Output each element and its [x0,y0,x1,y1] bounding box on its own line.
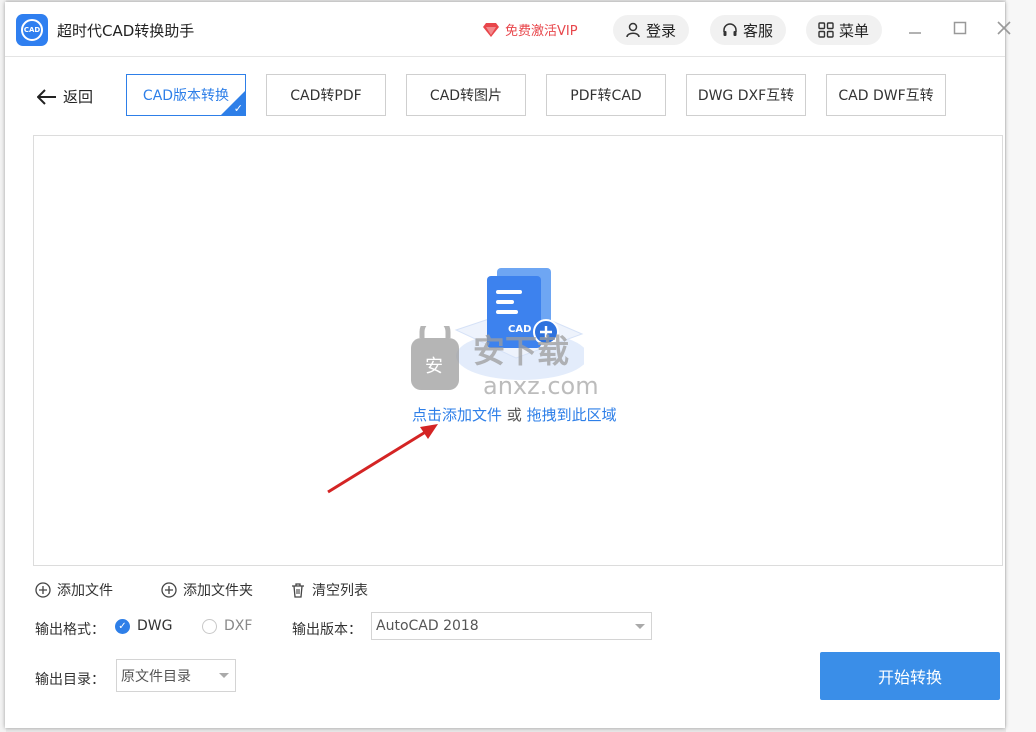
customer-service-button[interactable]: 客服 [710,15,786,45]
tab-label: CAD DWF互转 [838,88,934,104]
vip-label: 免费激活VIP [505,24,578,39]
add-folder-button[interactable]: 添加文件夹 [161,580,253,600]
menu-label: 菜单 [839,21,870,40]
arrow-left-icon [37,88,56,105]
clear-list-label: 清空列表 [312,583,368,599]
login-button[interactable]: 登录 [613,15,689,45]
svg-text:安下载: 安下载 [473,332,569,370]
output-version-label: 输出版本： [292,622,362,638]
add-file-button[interactable]: 添加文件 [35,580,113,600]
watermark: 安 安下载 anxz.com [411,316,631,410]
trash-icon [292,583,304,598]
add-file-label: 添加文件 [57,583,113,599]
chevron-down-icon [219,673,229,678]
drag-here-text: 拖拽到此区域 [526,406,617,424]
version-value: AutoCAD 2018 [376,618,479,634]
back-label: 返回 [63,88,94,106]
add-folder-label: 添加文件夹 [183,583,253,599]
tab-dwg-dxf[interactable]: DWG DXF互转 [686,74,806,116]
close-icon [997,21,1011,35]
user-icon [626,22,640,38]
red-arrow-annotation [327,424,438,494]
tab-pdf-to-cad[interactable]: PDF转CAD [546,74,666,116]
svg-text:anxz.com: anxz.com [483,372,599,400]
tab-label: DWG DXF互转 [697,88,795,104]
grid-icon [818,22,834,38]
tab-label: CAD转PDF [290,88,362,104]
login-label: 登录 [646,21,677,40]
tab-cad-dwf[interactable]: CAD DWF互转 [826,74,946,116]
activate-vip-link[interactable]: 免费激活VIP [483,20,578,39]
radio-checked-icon: ✓ [115,618,130,634]
tab-cad-version[interactable]: CAD版本转换 ✓ [126,74,246,116]
format-dxf-radio[interactable]: DXF [202,618,252,634]
format-dwg-label: DWG [137,618,173,634]
radio-unchecked-icon [202,618,217,634]
app-logo-icon: CAD [16,14,48,46]
minimize-button[interactable] [905,18,925,38]
app-title: 超时代CAD转换助手 [57,22,195,40]
tab-cad-to-pdf[interactable]: CAD转PDF [266,74,386,116]
back-button[interactable]: 返回 [37,86,93,107]
tab-label: CAD版本转换 [142,88,230,104]
background-window-edge-right [1006,0,1036,732]
start-convert-button[interactable]: 开始转换 [820,652,1000,700]
maximize-button[interactable] [950,18,970,38]
clear-list-button[interactable]: 清空列表 [290,580,368,600]
tab-label: PDF转CAD [570,88,642,104]
chevron-down-icon [635,624,645,629]
svg-text:安: 安 [425,356,443,377]
close-button[interactable] [994,18,1014,38]
menu-button[interactable]: 菜单 [806,15,882,45]
output-dir-select[interactable]: 原文件目录 [116,659,236,692]
maximize-icon [953,21,967,35]
checkmark-icon: ✓ [233,102,243,115]
dir-value: 原文件目录 [121,668,191,685]
app-window: CAD 超时代CAD转换助手 免费激活VIP 登录 客服 菜单 返回 CAD版本… [5,2,1011,728]
file-drop-area[interactable]: CAD 安 安下载 anxz.com 点击添加文件 或 拖拽到此区域 [33,135,1003,566]
plus-circle-icon [161,582,177,598]
tab-label: CAD转图片 [429,88,503,104]
format-dwg-radio[interactable]: ✓ DWG [115,618,172,634]
diamond-icon [483,22,499,37]
service-label: 客服 [743,21,774,40]
output-version-select[interactable]: AutoCAD 2018 [371,612,652,640]
minimize-icon [909,32,921,34]
drop-instructions: 点击添加文件 或 拖拽到此区域 [34,404,1002,425]
format-dxf-label: DXF [224,618,253,634]
output-dir-label: 输出目录： [35,672,105,688]
output-format-label: 输出格式： [35,622,105,638]
or-text: 或 [502,406,527,424]
title-bar: CAD 超时代CAD转换助手 免费激活VIP 登录 客服 菜单 [5,2,1011,57]
plus-circle-icon [35,582,51,598]
headset-icon [723,23,737,36]
tab-cad-to-image[interactable]: CAD转图片 [406,74,526,116]
